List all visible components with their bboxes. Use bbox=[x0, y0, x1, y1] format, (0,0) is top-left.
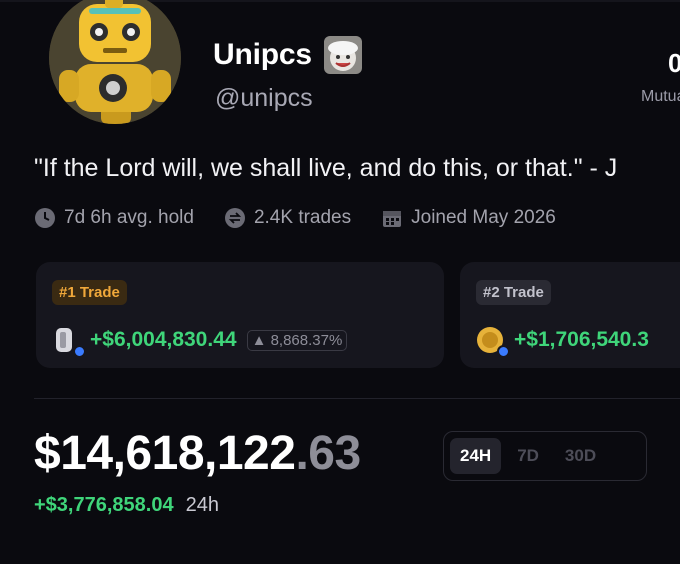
profile-handle: @unipcs bbox=[215, 84, 313, 112]
profile-badge-icon bbox=[323, 36, 362, 74]
trade-rank-badge: #1 Trade bbox=[52, 280, 127, 305]
joined-text: Joined May 2026 bbox=[411, 207, 556, 228]
trade-row: +$6,004,830.44 ▲ 8,868.37% bbox=[52, 326, 348, 358]
balance-cents: .63 bbox=[295, 427, 361, 480]
top-trade-card-1[interactable]: #1 Trade +$6,004,830.44 ▲ 8,868.37% bbox=[36, 262, 444, 368]
profile-name-row: Unipcs bbox=[213, 36, 362, 74]
clock-icon bbox=[34, 207, 56, 229]
range-tab-30d[interactable]: 30D bbox=[555, 438, 606, 474]
trades-stat: 2.4K trades bbox=[224, 207, 351, 229]
white-token-icon bbox=[52, 326, 86, 358]
mutuals-count[interactable]: 0 bbox=[668, 48, 680, 79]
balance-change-row: +$3,776,858.04 24h bbox=[34, 494, 219, 517]
range-tab-7d[interactable]: 7D bbox=[507, 438, 549, 474]
profile-meta-row: 7d 6h avg. hold 2.4K trades Joined May 2… bbox=[34, 207, 586, 229]
mutuals-label[interactable]: Mutuals bbox=[641, 88, 680, 106]
balance-change-value: +$3,776,858.04 bbox=[34, 494, 174, 516]
swap-icon bbox=[224, 207, 246, 229]
verified-icon bbox=[497, 345, 510, 358]
trade-percent-value: 8,868.37% bbox=[270, 331, 343, 349]
trades-text: 2.4K trades bbox=[253, 207, 352, 228]
profile-avatar[interactable] bbox=[49, 0, 181, 124]
gold-coin-icon bbox=[476, 326, 510, 358]
profile-name: Unipcs bbox=[213, 38, 312, 71]
trade-percent: ▲ 8,868.37% bbox=[246, 329, 348, 351]
time-range-selector: 24H 7D 30D bbox=[443, 431, 647, 481]
avg-hold-text: 7d 6h avg. hold bbox=[64, 207, 194, 228]
trade-gain: +$6,004,830.44 bbox=[90, 328, 237, 351]
trade-gain: +$1,706,540.3 bbox=[514, 328, 649, 351]
balance-change-period: 24h bbox=[185, 494, 219, 516]
portfolio-balance: $14,618,122.63 bbox=[34, 426, 361, 481]
trade-row: +$1,706,540.3 bbox=[476, 326, 649, 358]
range-tab-24h[interactable]: 24H bbox=[450, 438, 502, 474]
top-trade-card-2[interactable]: #2 Trade +$1,706,540.3 bbox=[460, 262, 680, 368]
balance-main: $14,618,122 bbox=[34, 427, 296, 480]
profile-bio: "If the Lord will, we shall live, and do… bbox=[34, 154, 618, 182]
verified-icon bbox=[73, 345, 86, 358]
robot-avatar-icon bbox=[49, 0, 181, 124]
section-divider bbox=[34, 398, 680, 399]
calendar-icon bbox=[381, 207, 403, 229]
joined-stat: Joined May 2026 bbox=[381, 207, 556, 229]
trade-rank-badge: #2 Trade bbox=[476, 280, 551, 305]
avg-hold-stat: 7d 6h avg. hold bbox=[34, 207, 194, 229]
